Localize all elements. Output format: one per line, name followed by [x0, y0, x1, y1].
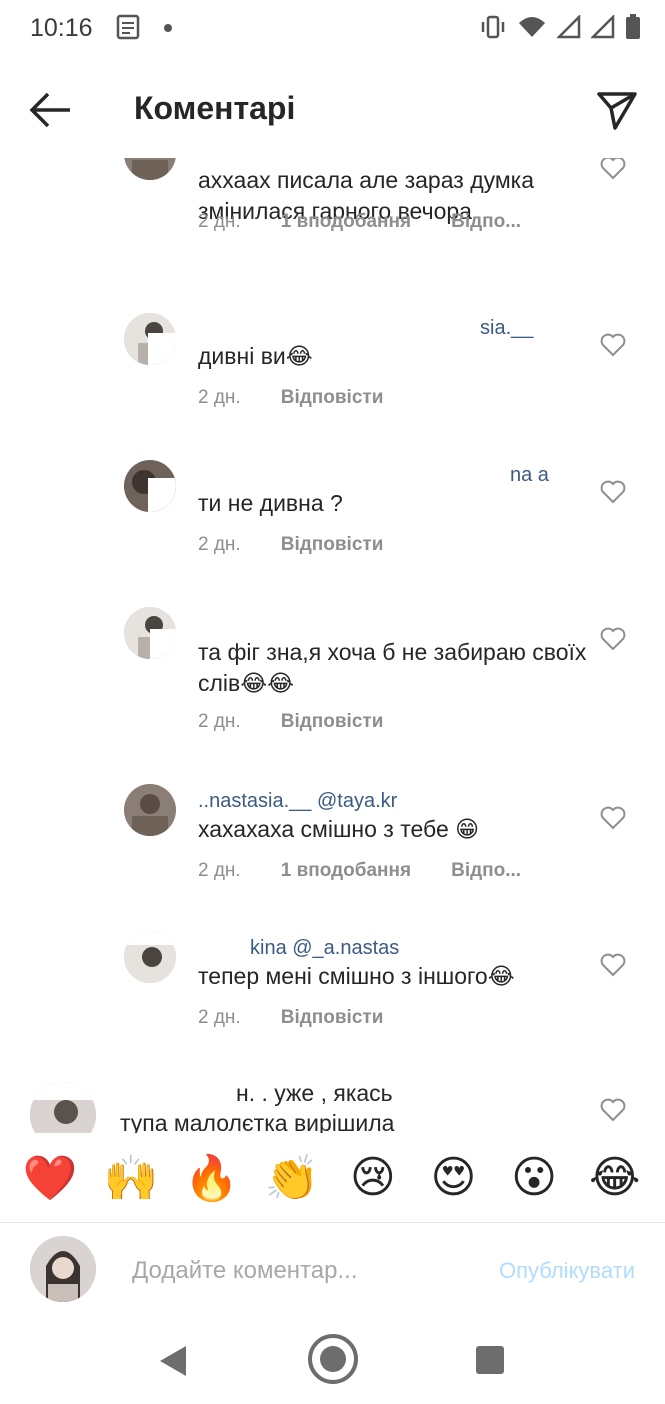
fire-emoji-button[interactable]: 🔥 [180, 1152, 244, 1204]
reply-button[interactable]: Відповісти [281, 1007, 384, 1029]
like-heart-icon[interactable] [600, 1098, 626, 1122]
like-heart-icon[interactable] [600, 480, 626, 504]
comment-meta: 2 дн. Відповісти [198, 387, 383, 409]
comment-text: та фіг зна,я хоча б не забираю своїх слі… [198, 639, 587, 696]
surprised-emoji-button[interactable]: 😮 [502, 1152, 566, 1203]
avatar[interactable] [30, 1082, 96, 1133]
comment-meta: 2 дн. Відповісти [198, 1007, 383, 1029]
vibrate-icon [481, 15, 505, 39]
notification-icon [116, 14, 140, 40]
avatar[interactable] [124, 313, 176, 365]
comment-input[interactable] [132, 1254, 452, 1288]
comment-username[interactable]: na а [510, 464, 549, 486]
laughing-emoji-button[interactable]: 😂 [583, 1152, 647, 1203]
system-nav-bar [0, 1324, 665, 1404]
comment-meta: 2 дн. Відповісти [198, 711, 383, 733]
clapping-emoji-button[interactable]: 👏 [260, 1152, 324, 1204]
crying-emoji-button[interactable]: 😢 [341, 1152, 405, 1203]
comments-list[interactable]: аххаах писала але зараз думка змінилася … [0, 158, 665, 1133]
direct-send-icon[interactable] [593, 88, 641, 132]
comment-username[interactable]: kina @_a.nastas [250, 937, 399, 959]
battery-icon [626, 14, 640, 39]
status-time: 10:16 [30, 14, 93, 42]
comment-time: 2 дн. [198, 711, 241, 732]
notification-dot-icon [164, 24, 172, 32]
reply-button[interactable]: Відпо... [451, 211, 521, 233]
nav-recents-icon[interactable] [476, 1346, 504, 1374]
avatar[interactable] [124, 784, 176, 836]
publish-button[interactable]: Опублікувати [499, 1258, 635, 1284]
comment-text: тупа малолєтка вирішила [120, 1110, 395, 1133]
comment-time: 2 дн. [198, 211, 241, 232]
signal-icon [557, 15, 581, 39]
comment-meta: 2 дн. 1 вподобання Відпо... [198, 860, 521, 882]
back-arrow-icon[interactable] [26, 88, 74, 132]
comment-username[interactable]: sia.__ [480, 317, 533, 339]
avatar[interactable] [124, 158, 176, 180]
header: Коментарі [0, 58, 665, 160]
comment-time: 2 дн. [198, 387, 241, 408]
raised-hands-emoji-button[interactable]: 🙌 [99, 1152, 163, 1204]
reply-button[interactable]: Відпо... [451, 860, 521, 882]
like-heart-icon[interactable] [600, 158, 626, 180]
status-bar: 10:16 [0, 0, 665, 58]
comment-input-row: Опублікувати [0, 1224, 665, 1324]
heart-emoji-button[interactable]: ❤️ [18, 1152, 82, 1204]
avatar[interactable] [124, 931, 176, 983]
comment-time: 2 дн. [198, 860, 241, 881]
avatar[interactable] [124, 607, 176, 659]
nav-back-icon[interactable] [158, 1344, 188, 1378]
like-heart-icon[interactable] [600, 806, 626, 830]
heart-eyes-emoji-button[interactable]: 😍 [421, 1152, 485, 1203]
my-avatar [30, 1236, 96, 1302]
status-icons [479, 14, 641, 40]
comment-text: хахахаха смішно з тебе 😁 [198, 816, 480, 842]
reply-button[interactable]: Відповісти [281, 387, 384, 409]
like-heart-icon[interactable] [600, 333, 626, 357]
comment-meta: 2 дн. Відповісти [198, 534, 383, 556]
comment-text: тепер мені смішно з іншого😂 [198, 963, 515, 989]
likes-count[interactable]: 1 вподобання [281, 211, 411, 233]
quick-reaction-bar: ❤️ 🙌 🔥 👏 😢 😍 😮 😂 [0, 1133, 665, 1223]
likes-count[interactable]: 1 вподобання [281, 860, 411, 882]
page-title: Коментарі [134, 90, 296, 126]
comment-text: дивні ви😂 [198, 343, 313, 369]
nav-home-icon[interactable] [306, 1332, 360, 1386]
like-heart-icon[interactable] [600, 953, 626, 977]
like-heart-icon[interactable] [600, 627, 626, 651]
comment-text: ти не дивна ? [198, 490, 343, 516]
reply-button[interactable]: Відповісти [281, 711, 384, 733]
avatar[interactable] [124, 460, 176, 512]
reply-button[interactable]: Відповісти [281, 534, 384, 556]
comment-time: 2 дн. [198, 1007, 241, 1028]
wifi-icon [519, 17, 545, 37]
comment-username[interactable]: ..nastasia.__ @taya.kr [198, 790, 397, 812]
comment-time: 2 дн. [198, 534, 241, 555]
comment-meta: 2 дн. 1 вподобання Відпо... [198, 211, 521, 233]
signal-icon-2 [591, 15, 615, 39]
comment-username[interactable]: н. . уже , якась [236, 1078, 536, 1109]
